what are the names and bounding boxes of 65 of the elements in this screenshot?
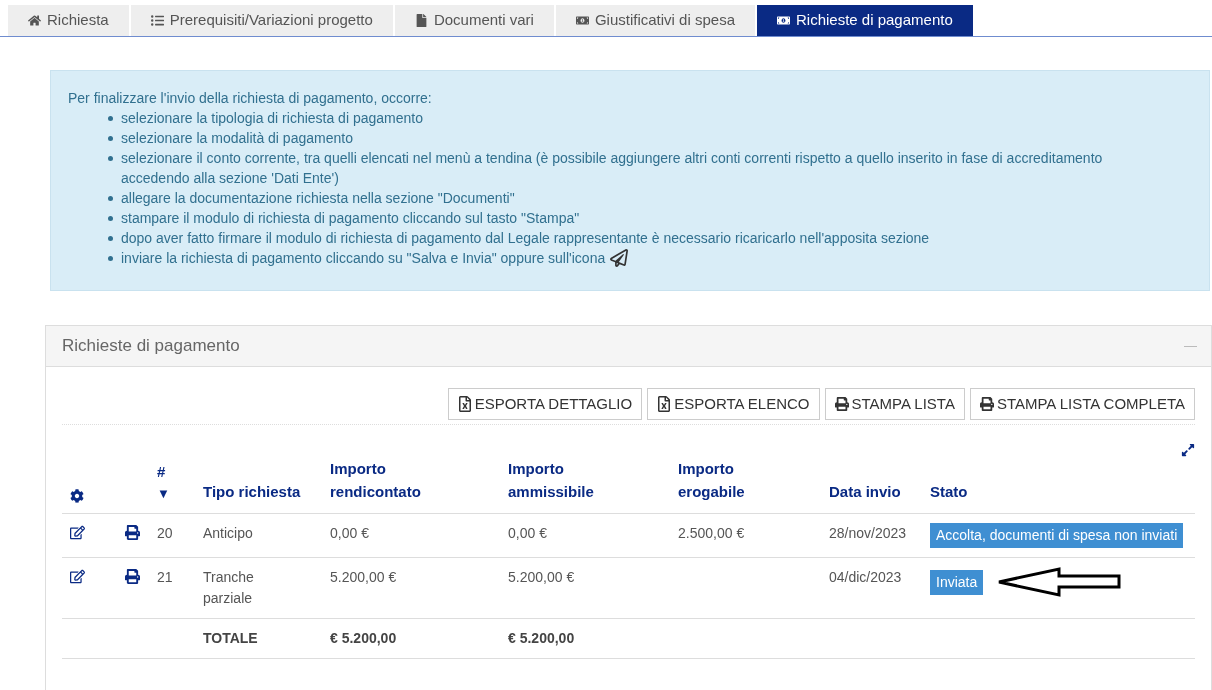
- table-cell: 2.500,00 €: [678, 525, 745, 541]
- bullet-icon: [108, 156, 113, 161]
- instruction-text: selezionare il conto corrente, tra quelli elencati nel menù a tendina (è possibile aggiungere altri conti correnti rispetto a quello inserito in fase di accreditamento accedendo alla sezione 'Dati Ente'): [121, 149, 1104, 188]
- panel-title: Richieste di pagamento: [62, 335, 240, 358]
- expand-icon[interactable]: [1181, 443, 1195, 457]
- edit-icon[interactable]: [70, 525, 85, 540]
- instruction-text: stampare il modulo di richiesta di pagamento cliccando sul tasto "Stampa": [121, 209, 580, 228]
- bullet-icon: [108, 256, 113, 261]
- tab[interactable]: Giustificativi di spesa: [555, 5, 755, 36]
- tab[interactable]: Richiesta: [8, 5, 129, 36]
- total-value: € 5.200,00: [508, 630, 575, 646]
- print-icon[interactable]: [125, 569, 140, 584]
- column-header[interactable]: #: [157, 461, 189, 484]
- toolbar-button[interactable]: STAMPA LISTA: [824, 388, 965, 420]
- bullet-icon: [108, 196, 113, 201]
- settings-icon[interactable]: [70, 489, 84, 503]
- column-header[interactable]: Stato: [930, 480, 1045, 503]
- toolbar-button[interactable]: STAMPA LISTA COMPLETA: [969, 388, 1195, 420]
- bullet-icon: [108, 136, 113, 141]
- toolbar-button[interactable]: ESPORTA ELENCO: [647, 388, 820, 420]
- paper-plane-icon: [609, 249, 630, 267]
- list-icon: [150, 14, 164, 27]
- table-cell: 0,00 €: [508, 525, 547, 541]
- instruction-text: allegare la documentazione richiesta nella sezione "Documenti": [121, 189, 515, 208]
- print-icon: [979, 397, 994, 411]
- status-label: Accolta, documenti di spesa non inviati: [930, 523, 1184, 548]
- banknote-icon: [575, 14, 589, 27]
- total-label: TOTALE: [203, 630, 258, 646]
- table-cell: 21: [157, 569, 173, 585]
- bullet-icon: [108, 116, 113, 121]
- home-icon: [28, 14, 41, 27]
- table-cell-text: Tranche parziale: [203, 568, 255, 608]
- edit-icon[interactable]: [70, 569, 85, 584]
- column-header[interactable]: Importo ammissibile: [508, 458, 623, 503]
- sort-indicator[interactable]: ▼: [157, 483, 189, 503]
- document-icon: [414, 14, 428, 27]
- table-cell: 0,00 €: [330, 525, 369, 541]
- bullet-icon: [108, 216, 113, 221]
- column-header[interactable]: Importo erogabile: [678, 458, 793, 503]
- banknote-icon: [777, 14, 790, 27]
- tab[interactable]: Prerequisiti/Variazioni progetto: [130, 5, 393, 36]
- column-header[interactable]: Tipo richiesta: [203, 480, 316, 503]
- instruction-text: inviare la richiesta di pagamento cliccando su "Salva e Invia" oppure sull'icona: [121, 249, 606, 268]
- instruction-text: selezionare la modalità di pagamento: [121, 129, 353, 148]
- tab[interactable]: Documenti vari: [394, 5, 554, 36]
- spreadsheet-file-icon: [457, 396, 472, 412]
- table-cell: 5.200,00 €: [508, 569, 575, 585]
- instruction-text: selezionare la tipologia di richiesta di pagamento: [121, 109, 423, 128]
- column-header[interactable]: Data invio: [829, 480, 916, 503]
- table-cell-text: Anticipo: [203, 524, 254, 543]
- instruction-text: dopo aver fatto firmare il modulo di richiesta di pagamento dal Legale rappresentante è necessario ricaricarlo nell'apposita sezione: [121, 229, 930, 248]
- tab[interactable]: Richieste di pagamento: [757, 5, 973, 36]
- table-cell: 20: [157, 525, 173, 541]
- spreadsheet-file-icon: [657, 396, 672, 412]
- print-icon[interactable]: [125, 525, 140, 540]
- print-icon: [834, 397, 849, 411]
- table-cell: 5.200,00 €: [330, 569, 397, 585]
- info-intro: Per finalizzare l'invio della richiesta di pagamento, occorre:: [68, 89, 433, 108]
- total-value: € 5.200,00: [330, 630, 397, 646]
- bullet-icon: [108, 236, 113, 241]
- status-label: Inviata: [930, 569, 984, 595]
- table-cell: 28/nov/2023: [829, 525, 907, 541]
- table-cell: 04/dic/2023: [829, 569, 902, 585]
- toolbar-button[interactable]: ESPORTA DETTAGLIO: [447, 388, 643, 420]
- column-header[interactable]: Importo rendicontato: [330, 458, 445, 503]
